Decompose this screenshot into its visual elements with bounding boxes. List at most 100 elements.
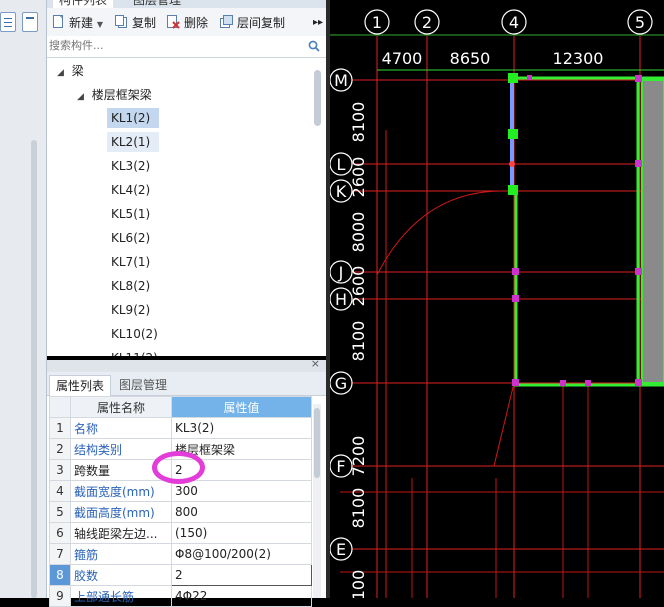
grip-node[interactable] bbox=[508, 185, 518, 195]
component-search bbox=[47, 36, 326, 58]
value-cell[interactable]: 300 bbox=[171, 480, 312, 502]
axis-label-5: 5 bbox=[635, 13, 645, 32]
dimension-text: 4700 bbox=[382, 49, 423, 68]
scroll-thumb[interactable] bbox=[314, 408, 320, 478]
tree-scrollbar[interactable] bbox=[314, 70, 321, 126]
axis-label-E: E bbox=[336, 540, 346, 559]
axis-label-G: G bbox=[335, 374, 347, 393]
tree-item-kl8[interactable]: KL8(2) bbox=[107, 276, 159, 296]
cad-drawing-canvas[interactable]: 1 2 4 5 M L K J H G F E 4700 8650 12300 … bbox=[330, 0, 664, 598]
more-tools-icon[interactable]: ▸▸ bbox=[313, 14, 323, 32]
new-file-icon bbox=[52, 15, 65, 29]
tree-item-kl9[interactable]: KL9(2) bbox=[107, 300, 159, 320]
dimension-text: 8000 bbox=[349, 212, 368, 253]
axis-label-1: 1 bbox=[372, 13, 382, 32]
axis-label-H: H bbox=[335, 290, 347, 309]
axis-label-2: 2 bbox=[422, 13, 432, 32]
table-row[interactable]: 6 轴线距梁左边... (150) bbox=[49, 522, 312, 544]
value-cell[interactable]: 800 bbox=[171, 501, 312, 523]
column-node bbox=[635, 160, 642, 167]
value-cell[interactable]: 4Φ22 bbox=[171, 585, 312, 607]
tree-item-kl5[interactable]: KL5(1) bbox=[107, 204, 159, 224]
value-cell[interactable]: KL3(2) bbox=[171, 417, 312, 439]
column-node bbox=[635, 75, 642, 82]
table-row[interactable]: 5 截面高度(mm) 800 bbox=[49, 501, 312, 523]
column-node bbox=[512, 268, 519, 275]
floor-copy-label: 层间复制 bbox=[237, 16, 286, 30]
dimension-text: 8100 bbox=[349, 102, 368, 143]
search-icon[interactable] bbox=[308, 40, 320, 52]
table-row[interactable]: 1 名称 KL3(2) bbox=[49, 417, 312, 439]
value-cell[interactable]: Φ8@100/200(2) bbox=[171, 543, 312, 565]
dimension-text: 8650 bbox=[450, 49, 491, 68]
dimension-text: 7200 bbox=[349, 436, 368, 477]
property-scrollbar[interactable] bbox=[313, 404, 321, 598]
new-button[interactable]: 新建 ▼ bbox=[52, 14, 103, 32]
close-icon[interactable]: × bbox=[311, 357, 320, 370]
delete-button[interactable]: 删除 bbox=[167, 14, 208, 32]
search-input[interactable] bbox=[49, 37, 297, 54]
floor-copy-icon bbox=[220, 15, 233, 29]
window-view-icon[interactable] bbox=[22, 12, 38, 32]
value-cell-editing[interactable]: 2 bbox=[171, 564, 312, 586]
floor-copy-button[interactable]: 层间复制 bbox=[220, 14, 285, 32]
column-node bbox=[560, 380, 566, 386]
table-row[interactable]: 9 上部通长筋 4Φ22 bbox=[49, 585, 312, 607]
column-node bbox=[512, 295, 519, 302]
axis-label-M: M bbox=[334, 71, 348, 90]
tree-item-kl11[interactable]: KL11(2) bbox=[107, 348, 159, 356]
left-toolbar-strip bbox=[0, 0, 47, 598]
header-name: 属性名称 bbox=[70, 396, 172, 418]
dimension-text: 100 bbox=[349, 570, 368, 598]
list-view-icon[interactable] bbox=[0, 12, 16, 32]
dimension-text: 2600 bbox=[349, 157, 368, 198]
dimension-text: 2600 bbox=[349, 266, 368, 307]
grip-point[interactable] bbox=[509, 161, 515, 167]
new-label: 新建 bbox=[69, 16, 94, 30]
tree-item-kl4[interactable]: KL4(2) bbox=[107, 180, 159, 200]
tree-item-kl10[interactable]: KL10(2) bbox=[107, 324, 159, 344]
tree-expand-icon[interactable]: ◢ bbox=[57, 68, 64, 78]
grip-node[interactable] bbox=[508, 73, 518, 83]
value-cell[interactable]: (150) bbox=[171, 522, 312, 544]
axis-label-K: K bbox=[336, 182, 347, 201]
tree-item-kl6[interactable]: KL6(2) bbox=[107, 228, 159, 248]
column-node bbox=[585, 380, 591, 386]
tree-expand-icon[interactable]: ◢ bbox=[77, 92, 84, 102]
tree-group-label: 楼层框架梁 bbox=[91, 88, 152, 102]
tree-root[interactable]: ◢ 梁 bbox=[57, 62, 84, 79]
panel-title-bar: × bbox=[47, 357, 326, 372]
tab-property-list[interactable]: 属性列表 bbox=[49, 375, 112, 396]
floor-plan[interactable]: 1 2 4 5 M L K J H G F E 4700 8650 12300 … bbox=[330, 0, 664, 598]
table-row-selected[interactable]: 8 胶数 2 bbox=[49, 564, 312, 586]
axis-label-4: 4 bbox=[509, 13, 519, 32]
table-header: 属性名称 属性值 bbox=[49, 396, 312, 418]
tree-item-kl7[interactable]: KL7(1) bbox=[107, 252, 159, 272]
component-toolbar: 新建 ▼ 复制 删除 层间复制 ▸▸ bbox=[47, 8, 326, 37]
copy-label: 复制 bbox=[132, 16, 157, 30]
dimension-text: 8100 bbox=[349, 321, 368, 362]
column-node bbox=[635, 379, 642, 386]
dimension-text: 8100 bbox=[349, 488, 368, 529]
dimension-text: 12300 bbox=[553, 49, 604, 68]
left-scrollbar[interactable] bbox=[31, 140, 37, 598]
grip-node[interactable] bbox=[508, 129, 518, 139]
annotation-circle bbox=[152, 451, 205, 484]
tree-item-kl3[interactable]: KL3(2) bbox=[107, 156, 159, 176]
wall-fill bbox=[642, 80, 664, 383]
tab-layer-manage[interactable]: 图层管理 bbox=[113, 375, 173, 395]
copy-button[interactable]: 复制 bbox=[115, 14, 156, 32]
tree-item-kl2[interactable]: KL2(1) bbox=[107, 132, 159, 152]
tab-layer-manage[interactable]: 图层管理 bbox=[127, 0, 187, 8]
component-list-panel: 构件列表 图层管理 新建 ▼ 复制 删除 层间复制 ▸▸ 搜索构件... ◢ 梁… bbox=[47, 0, 327, 356]
delete-label: 删除 bbox=[184, 16, 209, 30]
dropdown-arrow-icon[interactable]: ▼ bbox=[97, 20, 103, 29]
table-row[interactable]: 7 箍筋 Φ8@100/200(2) bbox=[49, 543, 312, 565]
property-table: 属性名称 属性值 1 名称 KL3(2) 2 结构类别 楼层框架梁 3 跨数量 … bbox=[49, 396, 312, 607]
tree-group[interactable]: ◢ 楼层框架梁 bbox=[77, 86, 152, 103]
tree-item-kl1[interactable]: KL1(2) bbox=[107, 108, 159, 128]
tab-component-list[interactable]: 构件列表 bbox=[53, 0, 114, 8]
header-value: 属性值 bbox=[171, 396, 312, 418]
arc-curve bbox=[376, 190, 503, 276]
diagonal-line bbox=[493, 382, 515, 467]
